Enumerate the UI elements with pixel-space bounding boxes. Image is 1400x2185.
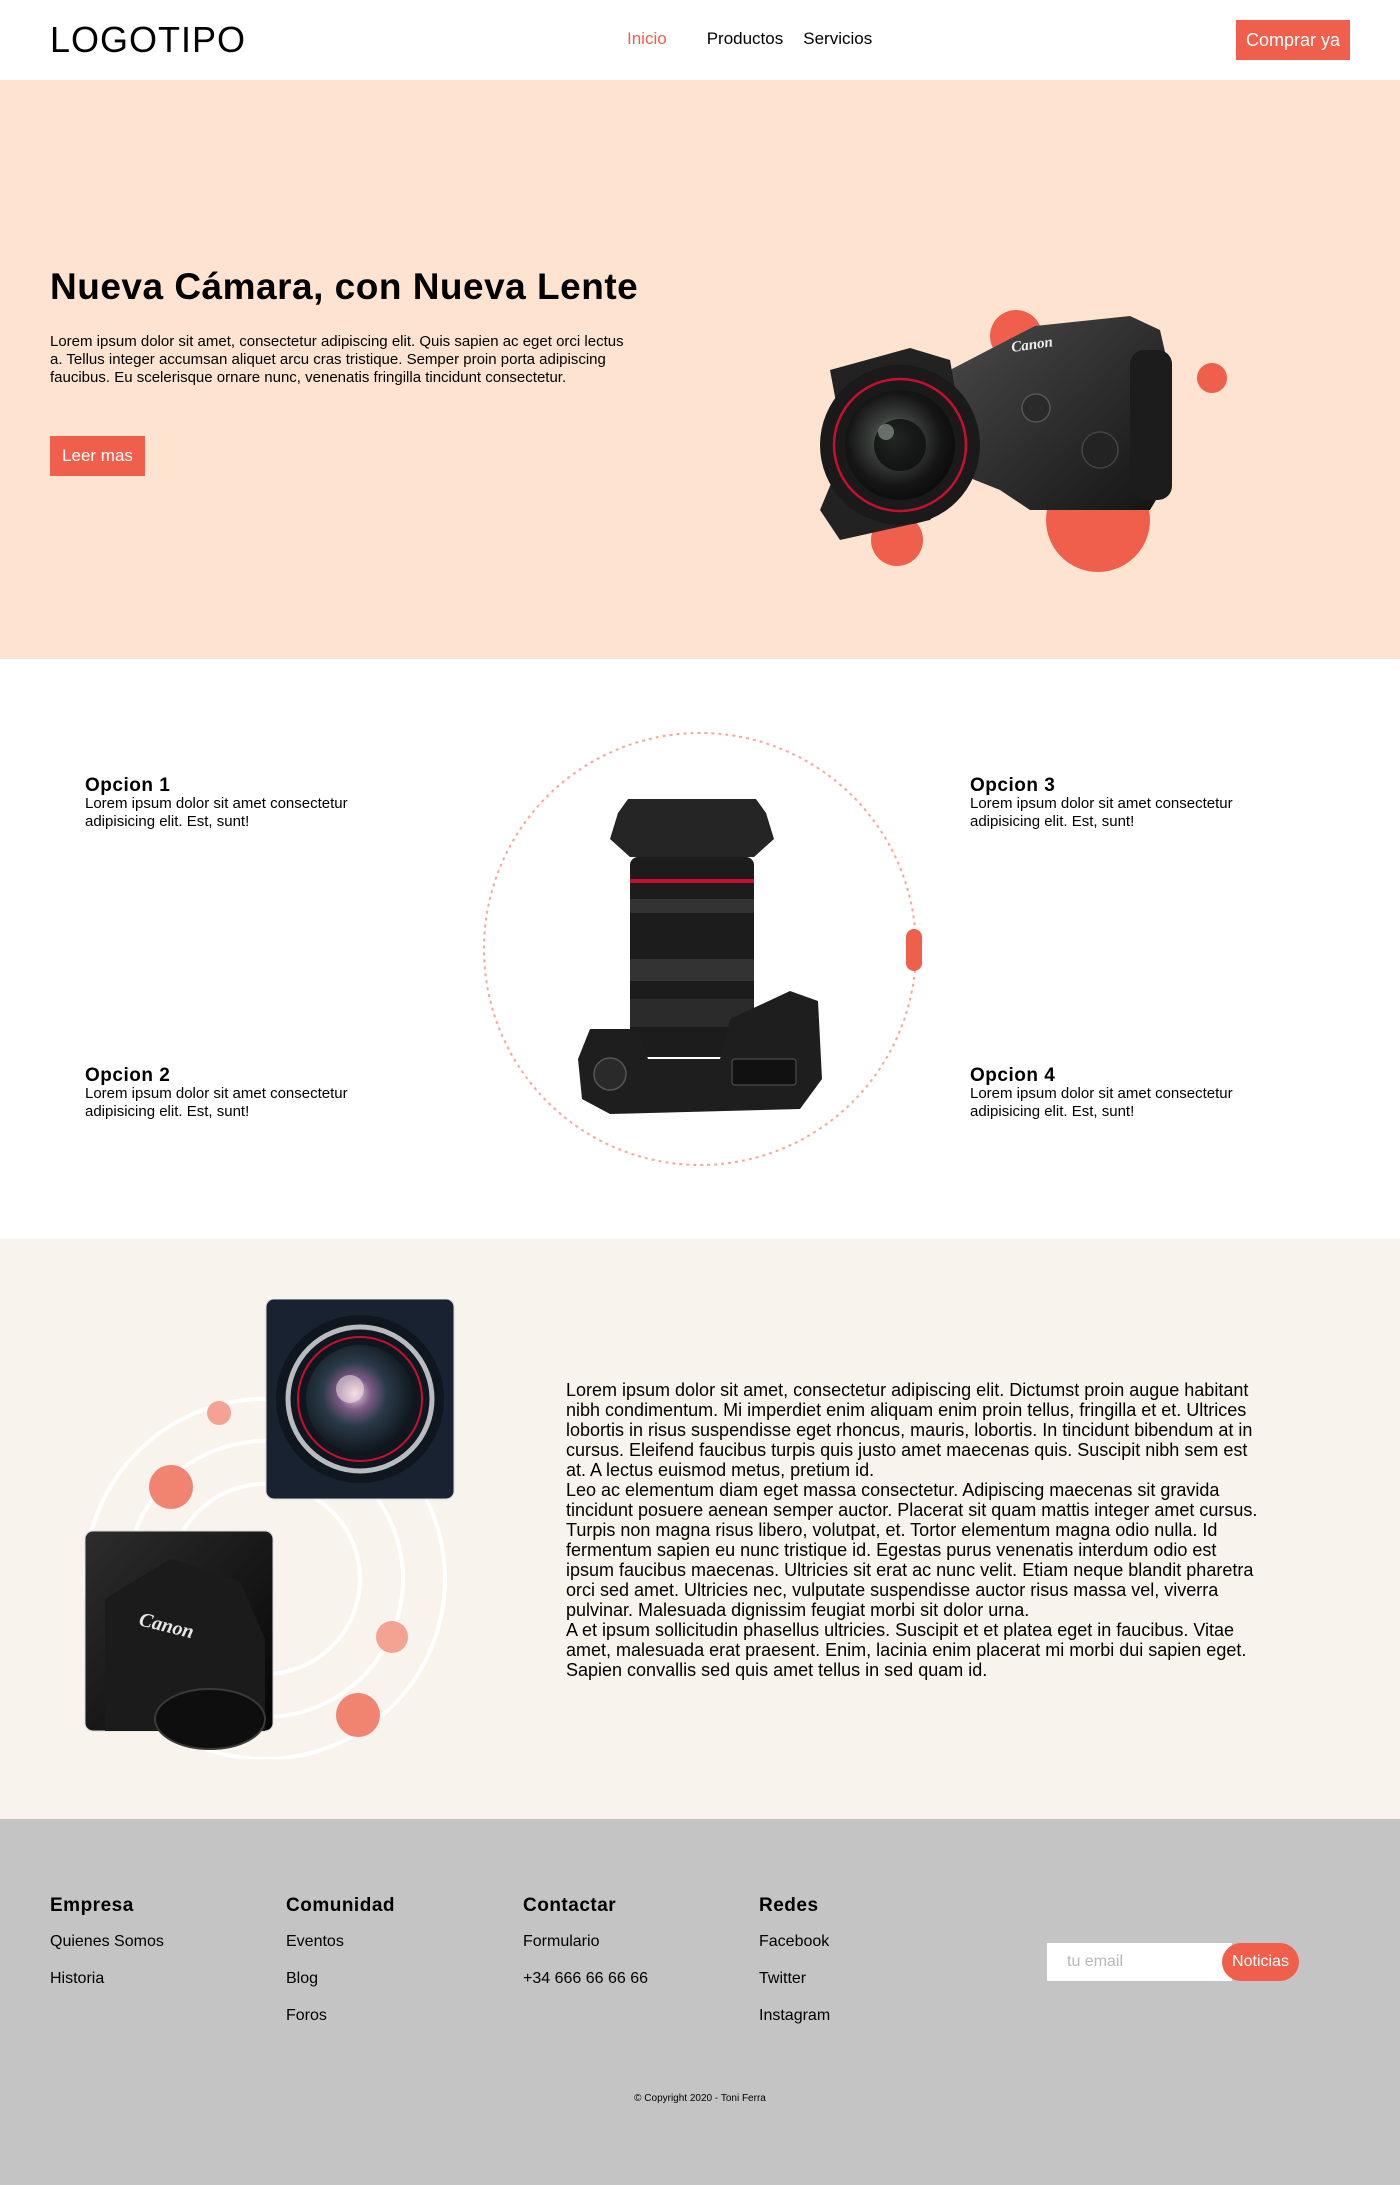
orbit-dot (336, 1693, 380, 1737)
deco-circle (1197, 363, 1227, 393)
option-text: Lorem ipsum dolor sit amet consectetur a… (85, 795, 348, 830)
site-footer: Empresa Quienes Somos Historia Comunidad… (0, 1819, 1400, 2185)
footer-link-eventos[interactable]: Eventos (286, 1933, 395, 1951)
photo-camera-body: Canon (84, 1530, 274, 1750)
nav-link-servicios[interactable]: Servicios (803, 29, 872, 49)
footer-column-empresa: Empresa Quienes Somos Historia (50, 1895, 164, 2007)
footer-link-foros[interactable]: Foros (286, 2007, 395, 2025)
footer-link-phone[interactable]: +34 666 66 66 66 (523, 1970, 648, 1988)
hero-section: Nueva Cámara, con Nueva Lente Lorem ipsu… (0, 80, 1400, 659)
footer-link-twitter[interactable]: Twitter (759, 1970, 830, 1988)
about-paragraph: Lorem ipsum dolor sit amet, consectetur … (566, 1380, 1253, 1480)
buy-now-button[interactable]: Comprar ya (1236, 20, 1350, 60)
footer-column-contactar: Contactar Formulario +34 666 66 66 66 (523, 1895, 648, 2007)
footer-link-formulario[interactable]: Formulario (523, 1933, 648, 1951)
hero-camera-image: Canon (820, 310, 1227, 572)
footer-link-historia[interactable]: Historia (50, 1970, 164, 1988)
nav-link-productos[interactable]: Productos (707, 29, 784, 49)
camera-ring-image (483, 732, 922, 1166)
option-text: Lorem ipsum dolor sit amet consectetur a… (85, 1085, 348, 1120)
footer-column-title: Contactar (523, 1895, 617, 1916)
read-more-button[interactable]: Leer mas (50, 436, 145, 476)
orbit-dot (149, 1465, 193, 1509)
option-text: Lorem ipsum dolor sit amet consectetur a… (970, 1085, 1233, 1120)
newsletter-form: Noticias (1047, 1943, 1299, 1981)
newsletter-subscribe-button[interactable]: Noticias (1222, 1943, 1299, 1981)
option-1: Opcion 1 Lorem ipsum dolor sit amet cons… (85, 775, 385, 831)
lens-red-ring (630, 879, 754, 883)
about-text: Lorem ipsum dolor sit amet, consectetur … (566, 1380, 1266, 1680)
option-title: Opcion 2 (85, 1065, 171, 1086)
ring-slider-handle[interactable] (906, 929, 922, 971)
footer-column-comunidad: Comunidad Eventos Blog Foros (286, 1895, 395, 2044)
footer-link-blog[interactable]: Blog (286, 1970, 395, 1988)
site-header: LOGOTIPO Inicio Productos Servicios Comp… (0, 0, 1400, 80)
option-2: Opcion 2 Lorem ipsum dolor sit amet cons… (85, 1065, 385, 1121)
features-section: Opcion 1 Lorem ipsum dolor sit amet cons… (0, 659, 1400, 1239)
footer-column-title: Comunidad (286, 1895, 395, 1916)
orbit-dot (376, 1621, 408, 1653)
lens-grip (630, 959, 754, 981)
footer-column-redes: Redes Facebook Twitter Instagram (759, 1895, 830, 2044)
about-section: Canon Lorem ipsum dolor sit amet, consec… (0, 1239, 1400, 1819)
lens-grip (630, 899, 754, 913)
about-paragraph: A et ipsum sollicitudin phasellus ultric… (566, 1620, 1247, 1680)
camera-grip (1130, 350, 1172, 500)
email-input[interactable] (1047, 1943, 1232, 1981)
main-nav: Inicio Productos Servicios (627, 29, 872, 49)
footer-link-instagram[interactable]: Instagram (759, 2007, 830, 2025)
nav-link-inicio[interactable]: Inicio (627, 29, 667, 49)
footer-link-facebook[interactable]: Facebook (759, 1933, 830, 1951)
footer-column-title: Redes (759, 1895, 819, 1916)
camera-dial (593, 1057, 627, 1091)
photo-lens-closeup (265, 1299, 455, 1500)
camera-screen (731, 1058, 797, 1086)
camera-dial (1081, 431, 1119, 469)
footer-link-quienes-somos[interactable]: Quienes Somos (50, 1933, 164, 1951)
camera-dial (1021, 393, 1051, 423)
option-3: Opcion 3 Lorem ipsum dolor sit amet cons… (970, 775, 1270, 831)
option-title: Opcion 1 (85, 775, 171, 796)
footer-column-title: Empresa (50, 1895, 134, 1916)
lens-reflection (878, 424, 894, 440)
about-gallery-image: Canon (83, 1299, 455, 1759)
logo[interactable]: LOGOTIPO (50, 19, 246, 61)
hero-text: Lorem ipsum dolor sit amet, consectetur … (50, 333, 624, 386)
copyright-text: © Copyright 2020 - Toni Ferra (634, 2093, 766, 2104)
option-title: Opcion 3 (970, 775, 1056, 796)
option-text: Lorem ipsum dolor sit amet consectetur a… (970, 795, 1233, 830)
hero-title: Nueva Cámara, con Nueva Lente (50, 266, 639, 307)
orbit-dot (207, 1401, 231, 1425)
option-title: Opcion 4 (970, 1065, 1056, 1086)
about-paragraph: Leo ac elementum diam eget massa consect… (566, 1480, 1258, 1620)
option-4: Opcion 4 Lorem ipsum dolor sit amet cons… (970, 1065, 1270, 1121)
lens-hood (610, 799, 774, 857)
